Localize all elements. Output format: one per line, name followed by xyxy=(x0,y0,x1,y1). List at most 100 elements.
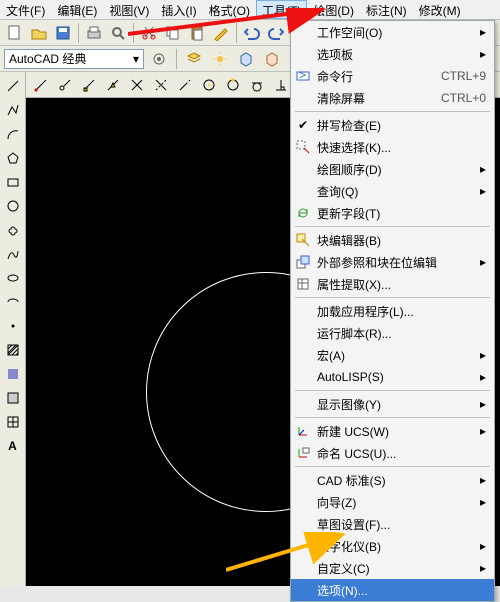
menu-item-cadstandards[interactable]: CAD 标准(S)▸ xyxy=(291,469,494,491)
cubes-icon[interactable] xyxy=(261,48,283,70)
ellipse-arc-icon[interactable] xyxy=(3,292,23,312)
menu-item-macro[interactable]: 宏(A)▸ xyxy=(291,344,494,366)
menu-modify[interactable]: 修改(M) xyxy=(413,0,467,19)
label: 向导(Z) xyxy=(317,494,356,511)
open-icon[interactable] xyxy=(28,22,50,44)
label: 快速选择(K)... xyxy=(317,139,391,156)
menu-item-newucs[interactable]: 新建 UCS(W)▸ xyxy=(291,420,494,442)
pline-icon[interactable] xyxy=(3,100,23,120)
extension-icon[interactable] xyxy=(174,74,196,96)
copy-icon[interactable] xyxy=(162,22,184,44)
label: CAD 标准(S) xyxy=(317,472,386,489)
gradient-icon[interactable] xyxy=(3,364,23,384)
separator xyxy=(295,390,490,391)
menu-item-palettes[interactable]: 选项板▸ xyxy=(291,43,494,65)
menu-item-quickselect[interactable]: 快速选择(K)... xyxy=(291,136,494,158)
svg-text:>: > xyxy=(299,69,306,82)
perpendicular-icon[interactable] xyxy=(270,74,292,96)
cut-icon[interactable] xyxy=(138,22,160,44)
submenu-arrow-icon: ▸ xyxy=(480,162,486,176)
table-icon[interactable] xyxy=(3,412,23,432)
quadrant-icon[interactable] xyxy=(222,74,244,96)
plot-icon[interactable] xyxy=(83,22,105,44)
rectangle-icon[interactable] xyxy=(3,172,23,192)
spline-icon[interactable] xyxy=(3,244,23,264)
menu-item-workspace[interactable]: 工作空间(O)▸ xyxy=(291,21,494,43)
menu-item-autolisp[interactable]: AutoLISP(S) ▸ xyxy=(291,366,494,388)
menu-format[interactable]: 格式(O) xyxy=(203,0,256,19)
shortcut: CTRL+9 xyxy=(441,69,486,83)
submenu-arrow-icon: ▸ xyxy=(480,348,486,362)
menu-edit[interactable]: 编辑(E) xyxy=(51,0,103,19)
endpoint-icon[interactable] xyxy=(78,74,100,96)
menu-item-options[interactable]: 选项(N)... xyxy=(291,579,494,601)
separator xyxy=(133,23,134,43)
revcloud-icon[interactable] xyxy=(3,220,23,240)
workspace-combo[interactable]: AutoCAD 经典 ▾ xyxy=(4,49,144,69)
menu-item-tablet[interactable]: 数字化仪(B)▸ xyxy=(291,535,494,557)
arc-icon[interactable] xyxy=(3,124,23,144)
label: 绘图顺序(D) xyxy=(317,161,382,178)
appint-icon[interactable] xyxy=(150,74,172,96)
separator xyxy=(295,297,490,298)
region-icon[interactable] xyxy=(3,388,23,408)
label: 查询(Q) xyxy=(317,183,358,200)
save-icon[interactable] xyxy=(52,22,74,44)
menu-item-draworder[interactable]: 绘图顺序(D) ▸ xyxy=(291,158,494,180)
menu-item-xrefedit[interactable]: 外部参照和块在位编辑▸ xyxy=(291,251,494,273)
menu-item-attrextract[interactable]: 属性提取(X)... xyxy=(291,273,494,295)
tangent-icon[interactable] xyxy=(246,74,268,96)
menu-view[interactable]: 视图(V) xyxy=(103,0,155,19)
menu-draw[interactable]: 绘图(D) xyxy=(307,0,360,19)
sun-icon[interactable] xyxy=(209,48,231,70)
circle-icon[interactable] xyxy=(3,196,23,216)
label: 选项板 xyxy=(317,46,353,63)
menu-file[interactable]: 文件(F) xyxy=(0,0,51,19)
menu-item-updatefields[interactable]: 更新字段(T) xyxy=(291,202,494,224)
menu-item-blockeditor[interactable]: 块编辑器(B) xyxy=(291,229,494,251)
submenu-arrow-icon: ▸ xyxy=(480,495,486,509)
label: 属性提取(X)... xyxy=(317,276,391,293)
point-icon[interactable] xyxy=(3,316,23,336)
preview-icon[interactable] xyxy=(107,22,129,44)
menu-item-loadapp[interactable]: 加载应用程序(L)... xyxy=(291,300,494,322)
layers-icon[interactable] xyxy=(183,48,205,70)
menu-item-wizards[interactable]: 向导(Z) ▸ xyxy=(291,491,494,513)
from-icon[interactable] xyxy=(54,74,76,96)
intersection-icon[interactable] xyxy=(126,74,148,96)
polygon-icon[interactable] xyxy=(3,148,23,168)
ellipse-icon[interactable] xyxy=(3,268,23,288)
menu-insert[interactable]: 插入(I) xyxy=(155,0,202,19)
new-icon[interactable] xyxy=(4,22,26,44)
undo-icon[interactable] xyxy=(241,22,263,44)
blockeditor-icon xyxy=(295,232,311,248)
label: 新建 UCS(W) xyxy=(317,423,389,440)
menu-item-commandline[interactable]: >命令行CTRL+9 xyxy=(291,65,494,87)
line-icon[interactable] xyxy=(3,76,23,96)
label: AutoLISP(S) xyxy=(317,370,384,384)
gear-icon[interactable] xyxy=(148,48,170,70)
mtext-icon[interactable]: A xyxy=(3,436,23,456)
matchprop-icon[interactable] xyxy=(210,22,232,44)
cube-icon[interactable] xyxy=(235,48,257,70)
midpoint-icon[interactable] xyxy=(102,74,124,96)
hatch-icon[interactable] xyxy=(3,340,23,360)
center-icon[interactable] xyxy=(198,74,220,96)
shortcut: CTRL+0 xyxy=(441,91,486,105)
menu-item-cleanscreen[interactable]: 清除屏幕CTRL+0 xyxy=(291,87,494,109)
menu-dimension[interactable]: 标注(N) xyxy=(360,0,413,19)
submenu-arrow-icon: ▸ xyxy=(480,539,486,553)
submenu-arrow-icon: ▸ xyxy=(480,184,486,198)
paste-icon[interactable] xyxy=(186,22,208,44)
menu-item-runscript[interactable]: 运行脚本(R)... xyxy=(291,322,494,344)
submenu-arrow-icon: ▸ xyxy=(480,370,486,384)
menu-item-inquiry[interactable]: 查询(Q) ▸ xyxy=(291,180,494,202)
menu-item-customize[interactable]: 自定义(C)▸ xyxy=(291,557,494,579)
menu-item-spellcheck[interactable]: ✔拼写检查(E) xyxy=(291,114,494,136)
menu-item-draftingsettings[interactable]: 草图设置(F)... xyxy=(291,513,494,535)
redo-icon[interactable] xyxy=(265,22,287,44)
menu-tools[interactable]: 工具(T) xyxy=(256,0,307,19)
menu-item-namedUCS[interactable]: 命名 UCS(U)... xyxy=(291,442,494,464)
tracking-icon[interactable] xyxy=(30,74,52,96)
menu-item-displayimage[interactable]: 显示图像(Y)▸ xyxy=(291,393,494,415)
